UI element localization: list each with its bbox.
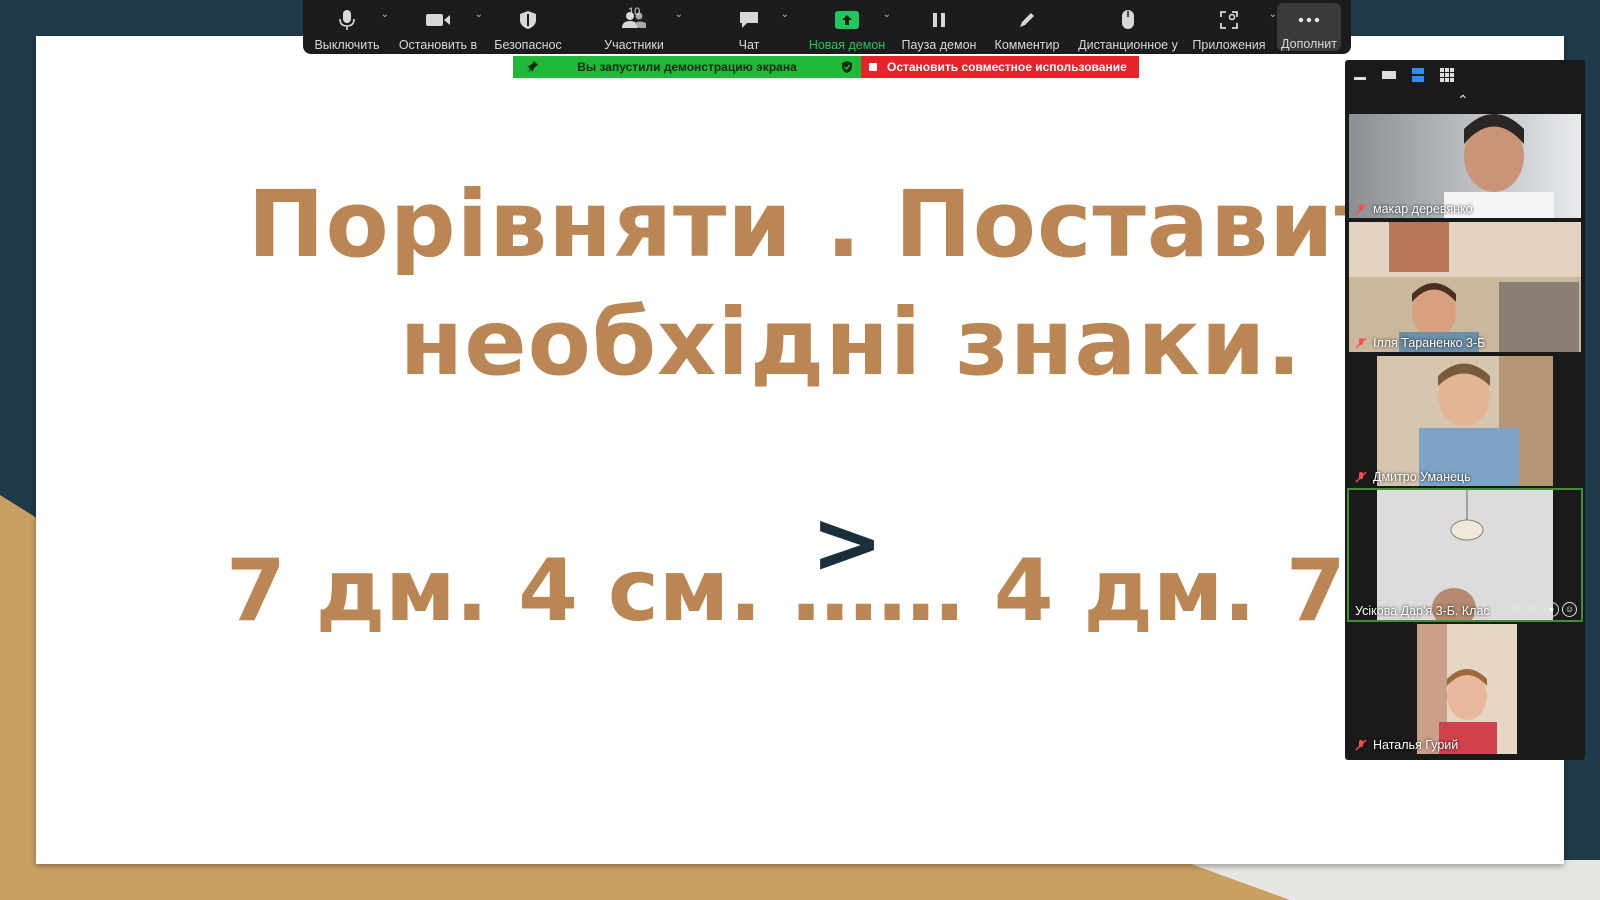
participant-name-row: Дмитро Уманець (1355, 470, 1471, 484)
participant-name: Ілля Тараненко 3-Б (1373, 336, 1486, 350)
chevron-down-icon[interactable]: ⌄ (475, 9, 483, 20)
microphone-icon (339, 8, 355, 32)
participant-tile[interactable]: Дмитро Уманець (1349, 356, 1581, 486)
pin-icon[interactable] (527, 60, 539, 77)
remote-control-label: Дистанционное у (1078, 38, 1178, 52)
chat-button[interactable]: ⌄ Чат (697, 0, 801, 54)
chat-bubble-icon (738, 8, 760, 32)
participant-name: Усікова Дар'я 3-Б. Клас (1355, 604, 1490, 618)
participant-name: Наталья Гурий (1373, 738, 1459, 752)
reactions: ♡ ♡ ● ☺ (1508, 602, 1577, 617)
participant-name-row: макар деревянко (1355, 202, 1473, 216)
more-label: Дополнит (1281, 37, 1337, 51)
annotate-button[interactable]: Комментир (985, 0, 1069, 54)
heart-icon: ♡ (1508, 602, 1523, 617)
participant-name-row: Усікова Дар'я 3-Б. Клас (1355, 604, 1490, 618)
new-share-label: Новая демон (808, 38, 886, 52)
participant-name-row: Наталья Гурий (1355, 738, 1458, 752)
shield-icon (519, 8, 537, 32)
participant-tile[interactable]: Ілля Тараненко 3-Б (1349, 222, 1581, 352)
video-camera-icon (425, 8, 451, 32)
shield-check-icon (841, 60, 853, 77)
participant-tile[interactable]: Наталья Гурий (1349, 624, 1581, 754)
pause-share-label: Пауза демон (901, 38, 977, 52)
annotate-label: Комментир (994, 38, 1060, 52)
participants-button[interactable]: 10 ⌄ Участники (571, 0, 697, 54)
apps-button[interactable]: ⌄ Приложения (1187, 0, 1277, 54)
more-button[interactable]: Дополнит (1277, 3, 1341, 51)
chevron-down-icon[interactable]: ⌄ (1269, 9, 1277, 20)
chevron-down-icon[interactable]: ⌄ (675, 9, 683, 20)
stop-square-icon (869, 63, 877, 71)
security-button[interactable]: Безопаснос (485, 0, 571, 54)
apps-icon (1219, 8, 1239, 32)
panel-view-controls (1345, 60, 1585, 90)
participant-name-row: Ілля Тараненко 3-Б (1355, 336, 1485, 350)
participant-video (1377, 356, 1553, 486)
stop-share-button[interactable]: Остановить совместное использование (861, 56, 1139, 78)
smile-icon: ☺ (1562, 602, 1577, 617)
participant-name: макар деревянко (1373, 202, 1473, 216)
chevron-down-icon[interactable]: ⌄ (381, 9, 389, 20)
pencil-icon (1017, 8, 1037, 32)
mute-button[interactable]: ⌄ Выключить (303, 0, 391, 54)
muted-mic-icon (1355, 203, 1367, 215)
stop-video-label: Остановить в (398, 38, 478, 52)
share-status-text: Вы запустили демонстрацию экрана (577, 60, 797, 74)
muted-mic-icon (1355, 337, 1367, 349)
slide-title-line2: необхідні знаки. (399, 289, 1303, 396)
participant-video (1349, 222, 1581, 352)
minimize-icon[interactable] (1353, 69, 1367, 81)
share-screen-icon (835, 8, 859, 32)
chevron-down-icon[interactable]: ⌄ (781, 9, 789, 20)
participants-label: Участники (604, 38, 664, 52)
slide-title-line1: Порівняти . Поставити (247, 171, 1455, 278)
muted-mic-icon (1355, 739, 1367, 751)
pause-share-button[interactable]: Пауза демон (893, 0, 985, 54)
chat-label: Чат (738, 38, 760, 52)
share-status-banner: Вы запустили демонстрацию экрана Останов… (513, 56, 1139, 78)
heart-icon: ♡ (1526, 602, 1541, 617)
stop-share-label: Остановить совместное использование (887, 60, 1127, 74)
participants-count: 10 (628, 6, 641, 18)
apps-label: Приложения (1192, 38, 1266, 52)
stop-video-button[interactable]: ⌄ Остановить в (391, 0, 485, 54)
mouse-icon (1120, 8, 1136, 32)
participant-video (1417, 624, 1517, 754)
new-share-button[interactable]: ⌄ Новая демон (801, 0, 893, 54)
participant-name: Дмитро Уманець (1373, 470, 1471, 484)
gallery-view-icon[interactable] (1440, 68, 1454, 82)
share-status: Вы запустили демонстрацию экрана (513, 56, 861, 78)
chevron-down-icon[interactable]: ⌄ (883, 9, 891, 20)
meeting-toolbar: ⌄ Выключить ⌄ Остановить в Безопаснос 10… (303, 0, 1351, 54)
muted-mic-icon (1355, 471, 1367, 483)
strip-view-icon[interactable] (1411, 68, 1425, 82)
pause-icon (931, 8, 947, 32)
more-dots-icon (1298, 8, 1320, 31)
comparison-expression: 7 дм. 4 см. …… 4 дм. 7см (226, 541, 1467, 641)
speaker-view-icon[interactable] (1382, 69, 1396, 81)
remote-control-button[interactable]: Дистанционное у (1069, 0, 1187, 54)
video-panel: ⌃ макар деревянко Ілля Тараненко 3-Б Дми… (1345, 60, 1585, 760)
mute-label: Выключить (314, 38, 380, 52)
shared-slide: Порівняти . Поставити необхідні знаки. >… (36, 36, 1564, 864)
security-label: Безопаснос (494, 38, 562, 52)
slide-title: Порівняти . Поставити необхідні знаки. (36, 166, 1564, 402)
participant-tile[interactable]: макар деревянко (1349, 114, 1581, 218)
participant-video (1377, 490, 1553, 620)
user-icon: ● (1544, 602, 1559, 617)
chevron-up-icon[interactable]: ⌃ (1457, 92, 1469, 109)
participant-tile-active[interactable]: Усікова Дар'я 3-Б. Клас ♡ ♡ ● ☺ (1347, 488, 1583, 622)
